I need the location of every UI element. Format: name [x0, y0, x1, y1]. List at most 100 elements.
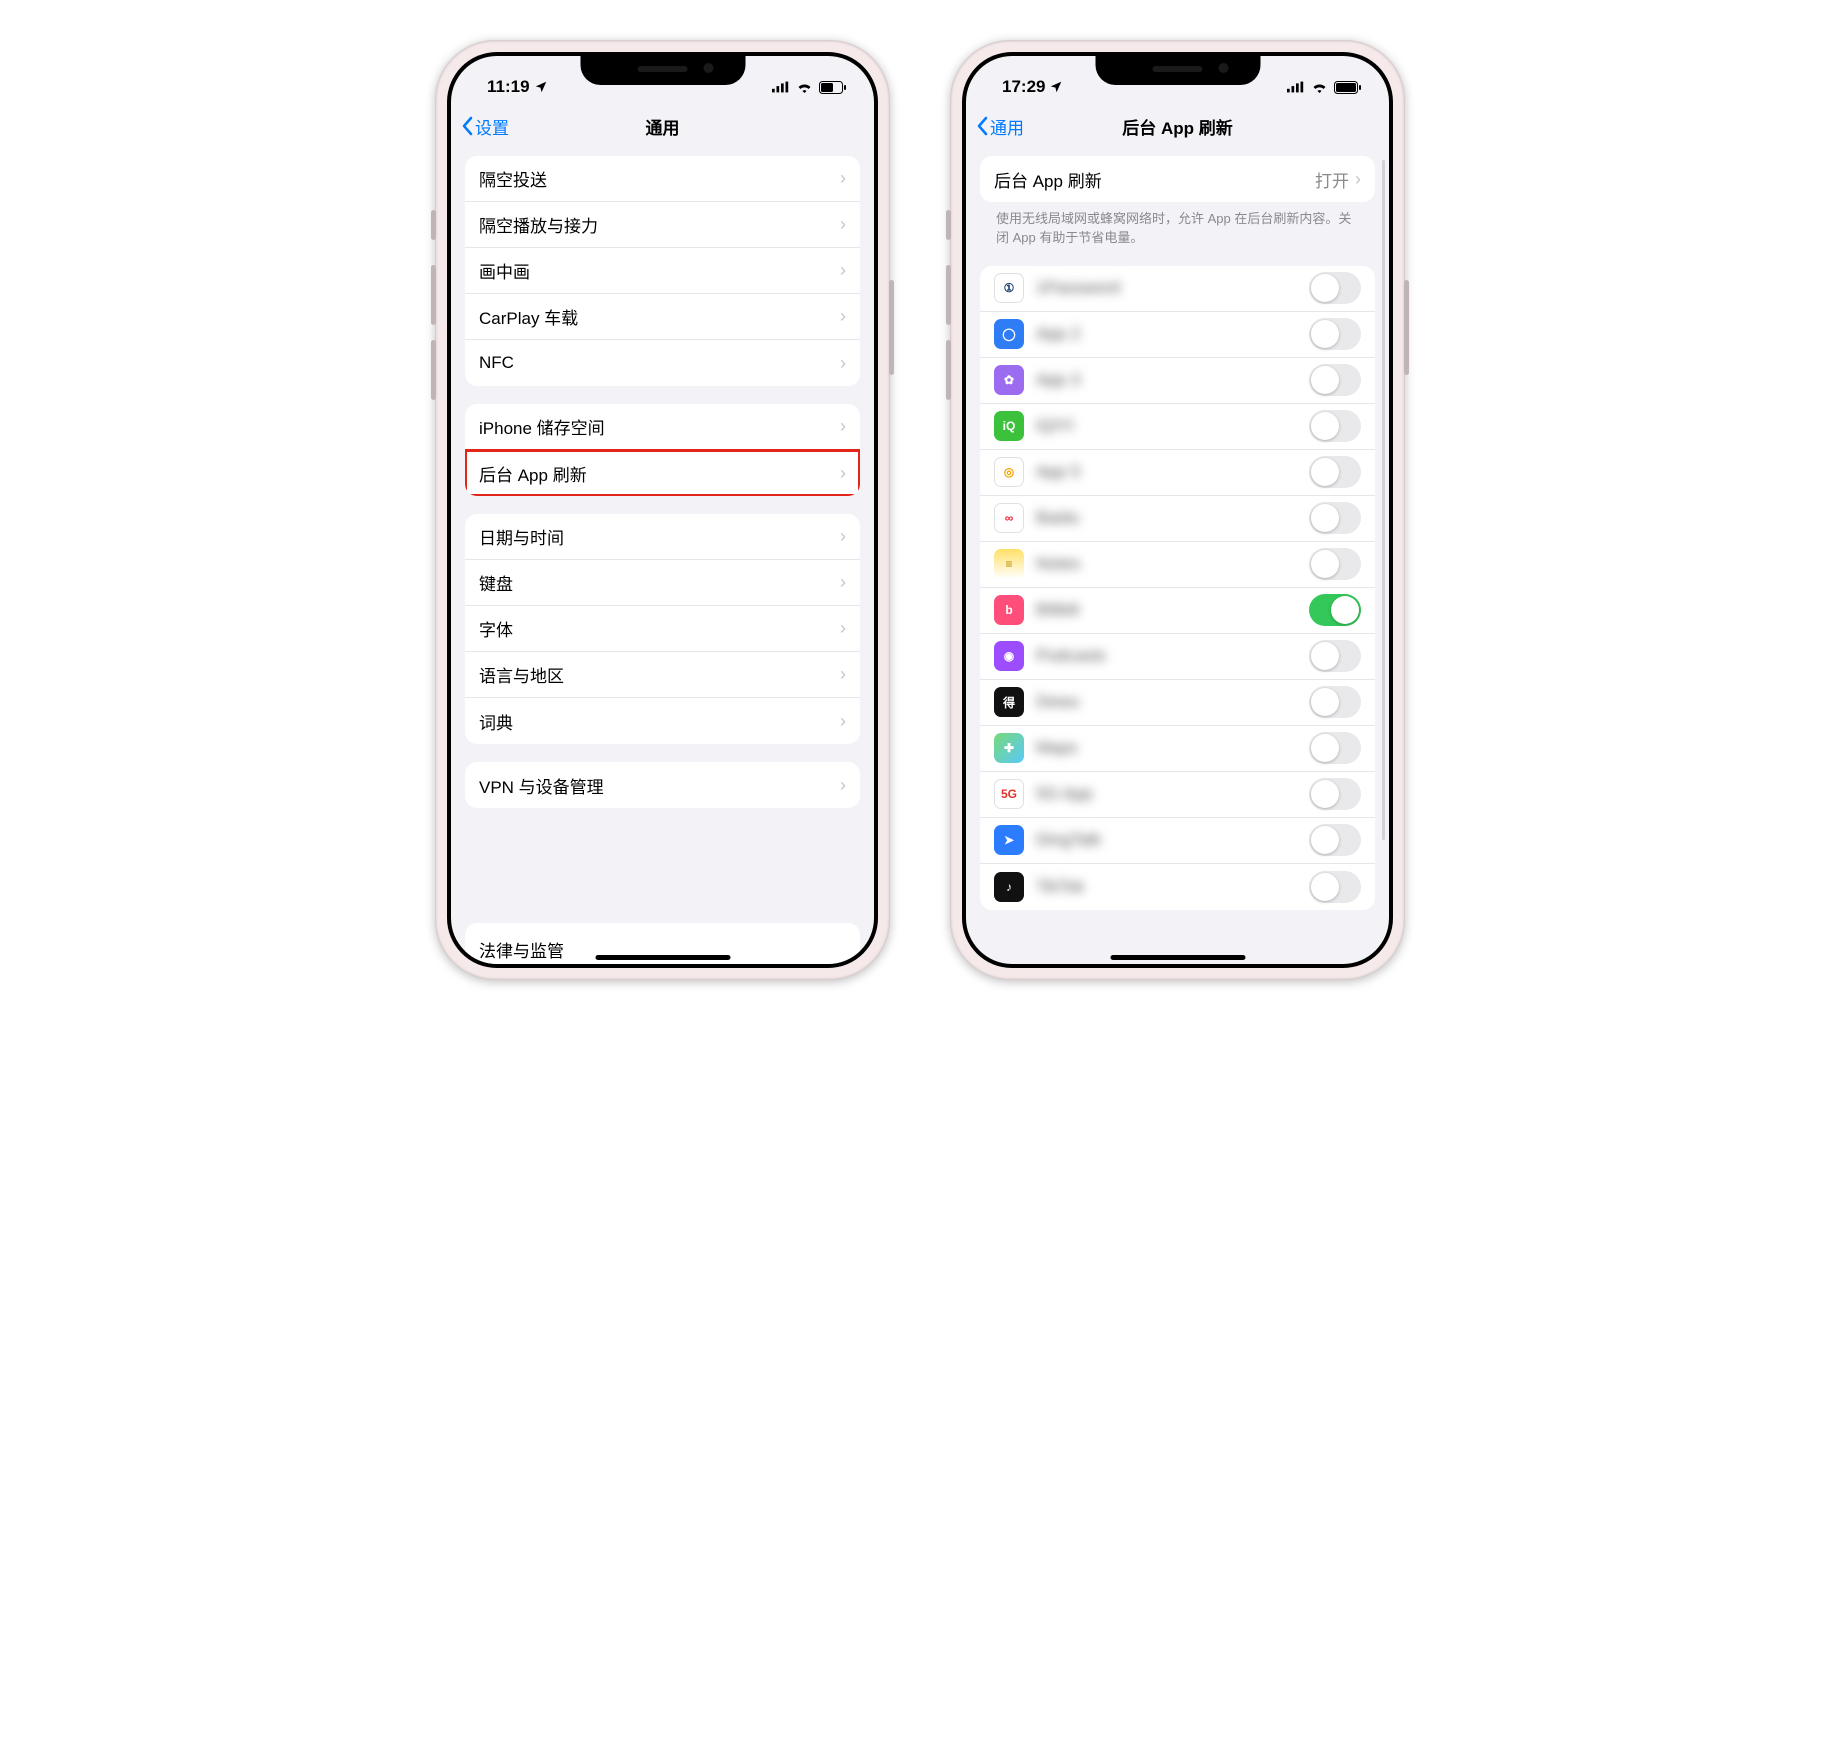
app-toggle[interactable]: [1309, 318, 1361, 350]
chevron-right-icon: ›: [840, 416, 846, 437]
app-icon: ≡: [994, 549, 1024, 579]
app-icon: ◎: [994, 457, 1024, 487]
app-toggle[interactable]: [1309, 824, 1361, 856]
row-label: 词典: [479, 709, 840, 734]
cellular-icon: [1287, 81, 1305, 93]
app-toggle[interactable]: [1309, 594, 1361, 626]
notch: [580, 52, 745, 85]
settings-row[interactable]: 词典›: [465, 698, 860, 744]
settings-row[interactable]: 日期与时间›: [465, 514, 860, 560]
settings-row[interactable]: VPN 与设备管理›: [465, 762, 860, 808]
chevron-left-icon: [461, 116, 473, 136]
app-row: ≡ Notes: [980, 542, 1375, 588]
chevron-right-icon: ›: [840, 214, 846, 235]
app-toggle[interactable]: [1309, 502, 1361, 534]
app-name-label: DingTalk: [1036, 830, 1309, 850]
app-name-label: 1Password: [1036, 278, 1309, 298]
side-button: [431, 210, 436, 240]
app-row: ∞Baidu: [980, 496, 1375, 542]
app-icon: ∞: [994, 503, 1024, 533]
settings-row[interactable]: 隔空播放与接力›: [465, 202, 860, 248]
status-time: 11:19: [487, 77, 530, 97]
app-row: ◉Podcasts: [980, 634, 1375, 680]
app-name-label: Notes: [1036, 554, 1309, 574]
home-indicator[interactable]: [1110, 955, 1245, 960]
settings-row[interactable]: 后台 App 刷新›: [465, 450, 860, 496]
app-row: ✿App 3: [980, 358, 1375, 404]
app-row: bBilibili: [980, 588, 1375, 634]
location-arrow-icon: [1049, 80, 1063, 94]
settings-row[interactable]: 语言与地区›: [465, 652, 860, 698]
app-row: 5G5G App: [980, 772, 1375, 818]
settings-row[interactable]: CarPlay 车载›: [465, 294, 860, 340]
chevron-right-icon: ›: [1355, 169, 1361, 190]
settings-row[interactable]: NFC›: [465, 340, 860, 386]
row-value: 打开: [1315, 167, 1349, 192]
home-indicator[interactable]: [595, 955, 730, 960]
app-name-label: App 3: [1036, 370, 1309, 390]
app-name-label: 5G App: [1036, 784, 1309, 804]
app-row: ◯ App 2: [980, 312, 1375, 358]
app-name-label: Podcasts: [1036, 646, 1309, 666]
side-button: [946, 340, 951, 400]
back-button[interactable]: 通用: [976, 114, 1024, 139]
app-toggle[interactable]: [1309, 732, 1361, 764]
settings-row[interactable]: 字体›: [465, 606, 860, 652]
app-name-label: App 2: [1036, 324, 1309, 344]
app-name-label: App 5: [1036, 462, 1309, 482]
row-label: 法律与监管: [479, 942, 564, 961]
master-refresh-row[interactable]: 后台 App 刷新 打开 ›: [980, 156, 1375, 202]
app-toggle[interactable]: [1309, 778, 1361, 810]
back-label: 通用: [990, 114, 1024, 139]
battery-icon: [819, 81, 846, 94]
app-row: ◎ App 5: [980, 450, 1375, 496]
app-icon: ①: [994, 273, 1024, 303]
side-button: [431, 265, 436, 325]
chevron-right-icon: ›: [840, 260, 846, 281]
status-time: 17:29: [1002, 77, 1045, 97]
wifi-icon: [796, 81, 813, 93]
row-label: 画中画: [479, 258, 840, 283]
app-row: ➤DingTalk: [980, 818, 1375, 864]
app-toggle[interactable]: [1309, 640, 1361, 672]
side-button: [946, 210, 951, 240]
battery-icon: [1334, 81, 1361, 94]
row-label: CarPlay 车载: [479, 304, 840, 329]
app-refresh-list[interactable]: 后台 App 刷新 打开 › 使用无线局域网或蜂窝网络时，允许 App 在后台刷…: [966, 148, 1389, 964]
side-button: [946, 265, 951, 325]
app-name-label: iQIYI: [1036, 416, 1309, 436]
app-toggle[interactable]: [1309, 686, 1361, 718]
section-footer: 使用无线局域网或蜂窝网络时，允许 App 在后台刷新内容。关闭 App 有助于节…: [980, 202, 1375, 248]
settings-group: 日期与时间›键盘›字体›语言与地区›词典›: [465, 514, 860, 744]
notch: [1095, 52, 1260, 85]
app-toggle[interactable]: [1309, 410, 1361, 442]
app-icon: ◯: [994, 319, 1024, 349]
app-toggle[interactable]: [1309, 456, 1361, 488]
back-button[interactable]: 设置: [461, 114, 509, 139]
settings-row[interactable]: 隔空投送›: [465, 156, 860, 202]
side-button: [431, 340, 436, 400]
chevron-right-icon: ›: [840, 168, 846, 189]
screen-left: 11:19 设置 通用 隔空投送›隔空播放与接力›画中画›CarPlay 车载›…: [451, 56, 874, 964]
row-label: NFC: [479, 353, 840, 373]
app-icon: ♪: [994, 872, 1024, 902]
app-toggle[interactable]: [1309, 272, 1361, 304]
page-title: 后台 App 刷新: [1122, 114, 1233, 139]
settings-row[interactable]: 画中画›: [465, 248, 860, 294]
app-toggle[interactable]: [1309, 548, 1361, 580]
settings-group: iPhone 储存空间›后台 App 刷新›: [465, 404, 860, 496]
app-row: ♪TikTok: [980, 864, 1375, 910]
app-name-label: Maps: [1036, 738, 1309, 758]
settings-row[interactable]: iPhone 储存空间›: [465, 404, 860, 450]
app-icon: b: [994, 595, 1024, 625]
row-label: 隔空投送: [479, 166, 840, 191]
scrollbar[interactable]: [1382, 160, 1385, 840]
row-label: VPN 与设备管理: [479, 773, 840, 798]
settings-list[interactable]: 隔空投送›隔空播放与接力›画中画›CarPlay 车载›NFC›iPhone 储…: [451, 148, 874, 964]
app-toggle[interactable]: [1309, 364, 1361, 396]
settings-row[interactable]: 键盘›: [465, 560, 860, 606]
app-row: ① 1Password: [980, 266, 1375, 312]
chevron-right-icon: ›: [840, 526, 846, 547]
app-icon: ✚: [994, 733, 1024, 763]
app-toggle[interactable]: [1309, 871, 1361, 903]
